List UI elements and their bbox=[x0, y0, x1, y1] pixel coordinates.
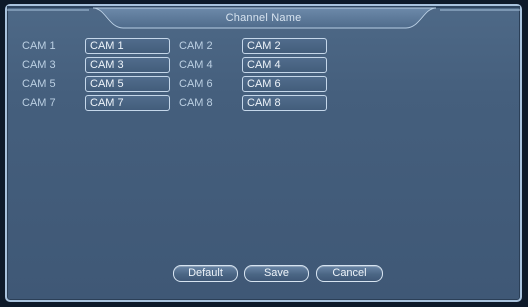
channel-row: CAM 7 CAM 7 CAM 8 CAM 8 bbox=[7, 95, 520, 112]
channel-label-3: CAM 3 bbox=[22, 59, 56, 71]
channel-name-input-3[interactable]: CAM 3 bbox=[85, 57, 170, 73]
channel-row: CAM 3 CAM 3 CAM 4 CAM 4 bbox=[7, 57, 520, 74]
channel-label-4: CAM 4 bbox=[179, 59, 213, 71]
cancel-button[interactable]: Cancel bbox=[316, 265, 383, 282]
channel-name-input-5[interactable]: CAM 5 bbox=[85, 76, 170, 92]
save-button[interactable]: Save bbox=[244, 265, 309, 282]
channel-grid: CAM 1 CAM 1 CAM 2 CAM 2 CAM 3 CAM 3 CAM … bbox=[7, 6, 520, 300]
channel-label-2: CAM 2 bbox=[179, 40, 213, 52]
default-button[interactable]: Default bbox=[173, 265, 238, 282]
channel-label-5: CAM 5 bbox=[22, 78, 56, 90]
channel-row: CAM 1 CAM 1 CAM 2 CAM 2 bbox=[7, 38, 520, 55]
channel-label-7: CAM 7 bbox=[22, 97, 56, 109]
channel-name-input-4[interactable]: CAM 4 bbox=[242, 57, 327, 73]
channel-row: CAM 5 CAM 5 CAM 6 CAM 6 bbox=[7, 76, 520, 93]
channel-label-1: CAM 1 bbox=[22, 40, 56, 52]
channel-name-input-6[interactable]: CAM 6 bbox=[242, 76, 327, 92]
channel-label-6: CAM 6 bbox=[179, 78, 213, 90]
channel-name-input-1[interactable]: CAM 1 bbox=[85, 38, 170, 54]
channel-name-input-8[interactable]: CAM 8 bbox=[242, 95, 327, 111]
channel-name-input-7[interactable]: CAM 7 bbox=[85, 95, 170, 111]
channel-name-input-2[interactable]: CAM 2 bbox=[242, 38, 327, 54]
channel-name-dialog: Channel Name CAM 1 CAM 1 CAM 2 CAM 2 CAM… bbox=[5, 4, 522, 302]
channel-label-8: CAM 8 bbox=[179, 97, 213, 109]
